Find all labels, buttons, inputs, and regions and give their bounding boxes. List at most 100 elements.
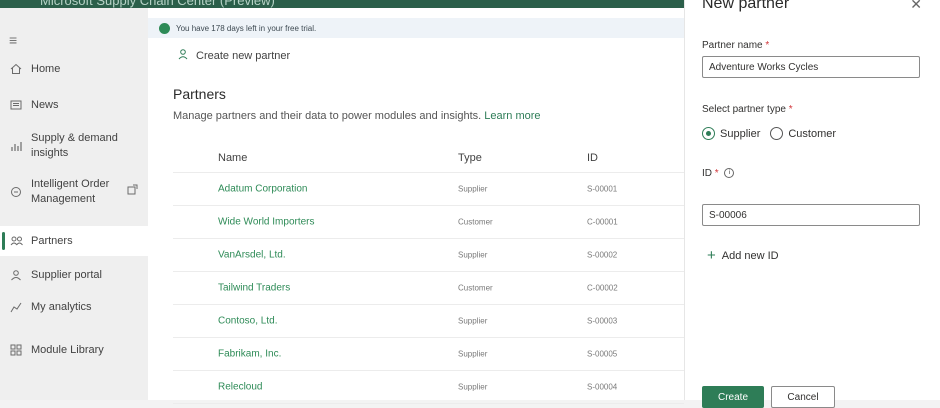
partner-name-link[interactable]: Contoso, Ltd. (218, 316, 277, 327)
table-row[interactable]: Adatum Corporation Supplier S-00001 (173, 173, 684, 206)
home-icon (9, 62, 23, 76)
close-icon[interactable]: ✕ (910, 0, 922, 13)
partner-type: Customer (458, 217, 493, 227)
partner-type: Supplier (458, 316, 488, 326)
column-header-id[interactable]: ID (587, 152, 598, 164)
partner-name-label-text: Partner name (702, 40, 763, 51)
radio-supplier[interactable]: Supplier (702, 127, 760, 140)
partner-name-value: Adventure Works Cycles (709, 61, 819, 73)
panel-title: New partner (702, 0, 790, 12)
id-field[interactable]: S-00006 (702, 204, 920, 226)
nav-item-intelligent-order-management[interactable]: Intelligent Order Management (0, 172, 148, 212)
table-row[interactable]: Wide World Importers Customer C-00001 (173, 206, 684, 239)
radio-supplier-label: Supplier (720, 127, 761, 140)
page-subtitle-text: Manage partners and their data to power … (173, 110, 482, 122)
partner-type: Customer (458, 283, 493, 293)
trial-banner: You have 178 days left in your free tria… (148, 18, 684, 38)
create-button[interactable]: Create (702, 386, 764, 408)
nav-item-label: Module Library (31, 344, 104, 356)
partner-id: S-00004 (587, 382, 618, 392)
nav-item-partners[interactable]: Partners (0, 226, 148, 256)
partner-id: S-00001 (587, 184, 618, 194)
radio-customer-label: Customer (788, 127, 837, 140)
column-header-name[interactable]: Name (218, 152, 247, 164)
create-new-partner-label: Create new partner (196, 49, 291, 62)
column-header-type[interactable]: Type (458, 152, 482, 164)
id-label: ID * i (702, 168, 735, 179)
open-external-icon[interactable] (127, 184, 138, 200)
partner-type: Supplier (458, 382, 488, 392)
table-row[interactable]: Relecloud Supplier S-00004 (173, 371, 684, 404)
radio-customer-circle[interactable] (770, 127, 784, 140)
radio-customer[interactable]: Customer (770, 127, 836, 140)
partner-id: C-00001 (587, 217, 618, 227)
supplier-portal-icon (9, 268, 23, 282)
main-content: You have 178 days left in your free tria… (148, 8, 684, 404)
info-icon[interactable]: i (724, 168, 735, 179)
partner-name-link[interactable]: Wide World Importers (218, 217, 315, 228)
partners-icon (9, 234, 23, 248)
globe-icon (159, 22, 170, 34)
table-row[interactable]: Tailwind Traders Customer C-00002 (173, 272, 684, 305)
create-new-partner-button[interactable]: Create new partner (178, 48, 290, 63)
nav-item-label: Partners (31, 235, 73, 247)
partner-id: S-00002 (587, 250, 618, 260)
partner-name-link[interactable]: Adatum Corporation (218, 184, 308, 195)
partner-type-label: Select partner type * (702, 104, 793, 115)
required-marker: * (788, 104, 793, 115)
partner-name-label: Partner name * (702, 40, 769, 51)
nav-item-my-analytics[interactable]: My analytics (0, 292, 148, 322)
plus-icon: + (707, 247, 716, 264)
required-marker: * (714, 168, 719, 179)
nav-item-label: My analytics (31, 301, 92, 313)
page-title: Partners (173, 86, 226, 102)
table-row[interactable]: Fabrikam, Inc. Supplier S-00005 (173, 338, 684, 371)
nav-item-supplier-portal[interactable]: Supplier portal (0, 260, 148, 290)
app-title: Microsoft Supply Chain Center (Preview) (40, 0, 275, 8)
add-new-id-label: Add new ID (721, 249, 779, 262)
partner-type-label-text: Select partner type (702, 104, 786, 115)
partner-name-link[interactable]: Relecloud (218, 382, 262, 393)
left-navigation: ≡ Home News Supply & demand insights Int… (0, 8, 148, 400)
nav-item-news[interactable]: News (0, 90, 148, 120)
table-row[interactable]: Contoso, Ltd. Supplier S-00003 (173, 305, 684, 338)
partner-id: S-00003 (587, 316, 618, 326)
partner-id: S-00005 (587, 349, 618, 359)
module-library-icon (9, 343, 23, 357)
table-row[interactable]: VanArsdel, Ltd. Supplier S-00002 (173, 239, 684, 272)
partner-type-radio-group: Supplier Customer (702, 127, 846, 140)
nav-item-home[interactable]: Home (0, 54, 148, 84)
analytics-icon (9, 300, 23, 314)
table-header: Name Type ID (173, 144, 684, 173)
cancel-button[interactable]: Cancel (771, 386, 835, 408)
insights-icon (9, 139, 23, 153)
partner-name-link[interactable]: VanArsdel, Ltd. (218, 250, 286, 261)
trial-banner-text: You have 178 days left in your free tria… (176, 23, 317, 33)
hamburger-menu-icon[interactable]: ≡ (9, 32, 17, 48)
required-marker: * (765, 40, 770, 51)
partner-type: Supplier (458, 250, 488, 260)
add-person-icon (178, 48, 190, 63)
add-new-id-button[interactable]: + Add new ID (707, 247, 779, 264)
partner-type: Supplier (458, 184, 488, 194)
nav-item-label: News (31, 99, 59, 111)
nav-item-supply-demand-insights[interactable]: Supply & demand insights (0, 126, 148, 166)
nav-item-label: Home (31, 63, 61, 75)
id-label-text: ID (702, 168, 712, 179)
partner-name-field[interactable]: Adventure Works Cycles (702, 56, 920, 78)
news-icon (9, 98, 23, 112)
nav-item-module-library[interactable]: Module Library (0, 335, 148, 365)
new-partner-panel: New partner ✕ Partner name * Adventure W… (685, 0, 940, 408)
nav-item-label: Supply & demand insights (31, 132, 118, 159)
nav-item-label: Supplier portal (31, 269, 102, 281)
learn-more-link[interactable]: Learn more (484, 110, 540, 122)
partner-name-link[interactable]: Fabrikam, Inc. (218, 349, 281, 360)
nav-item-label: Intelligent Order Management (31, 178, 110, 205)
partners-table: Name Type ID Adatum Corporation Supplier… (173, 144, 684, 404)
page-subtitle: Manage partners and their data to power … (173, 110, 541, 122)
partner-id: C-00002 (587, 283, 618, 293)
order-management-icon (9, 185, 23, 199)
radio-supplier-circle[interactable] (702, 127, 715, 140)
partner-name-link[interactable]: Tailwind Traders (218, 283, 290, 294)
partner-type: Supplier (458, 349, 488, 359)
